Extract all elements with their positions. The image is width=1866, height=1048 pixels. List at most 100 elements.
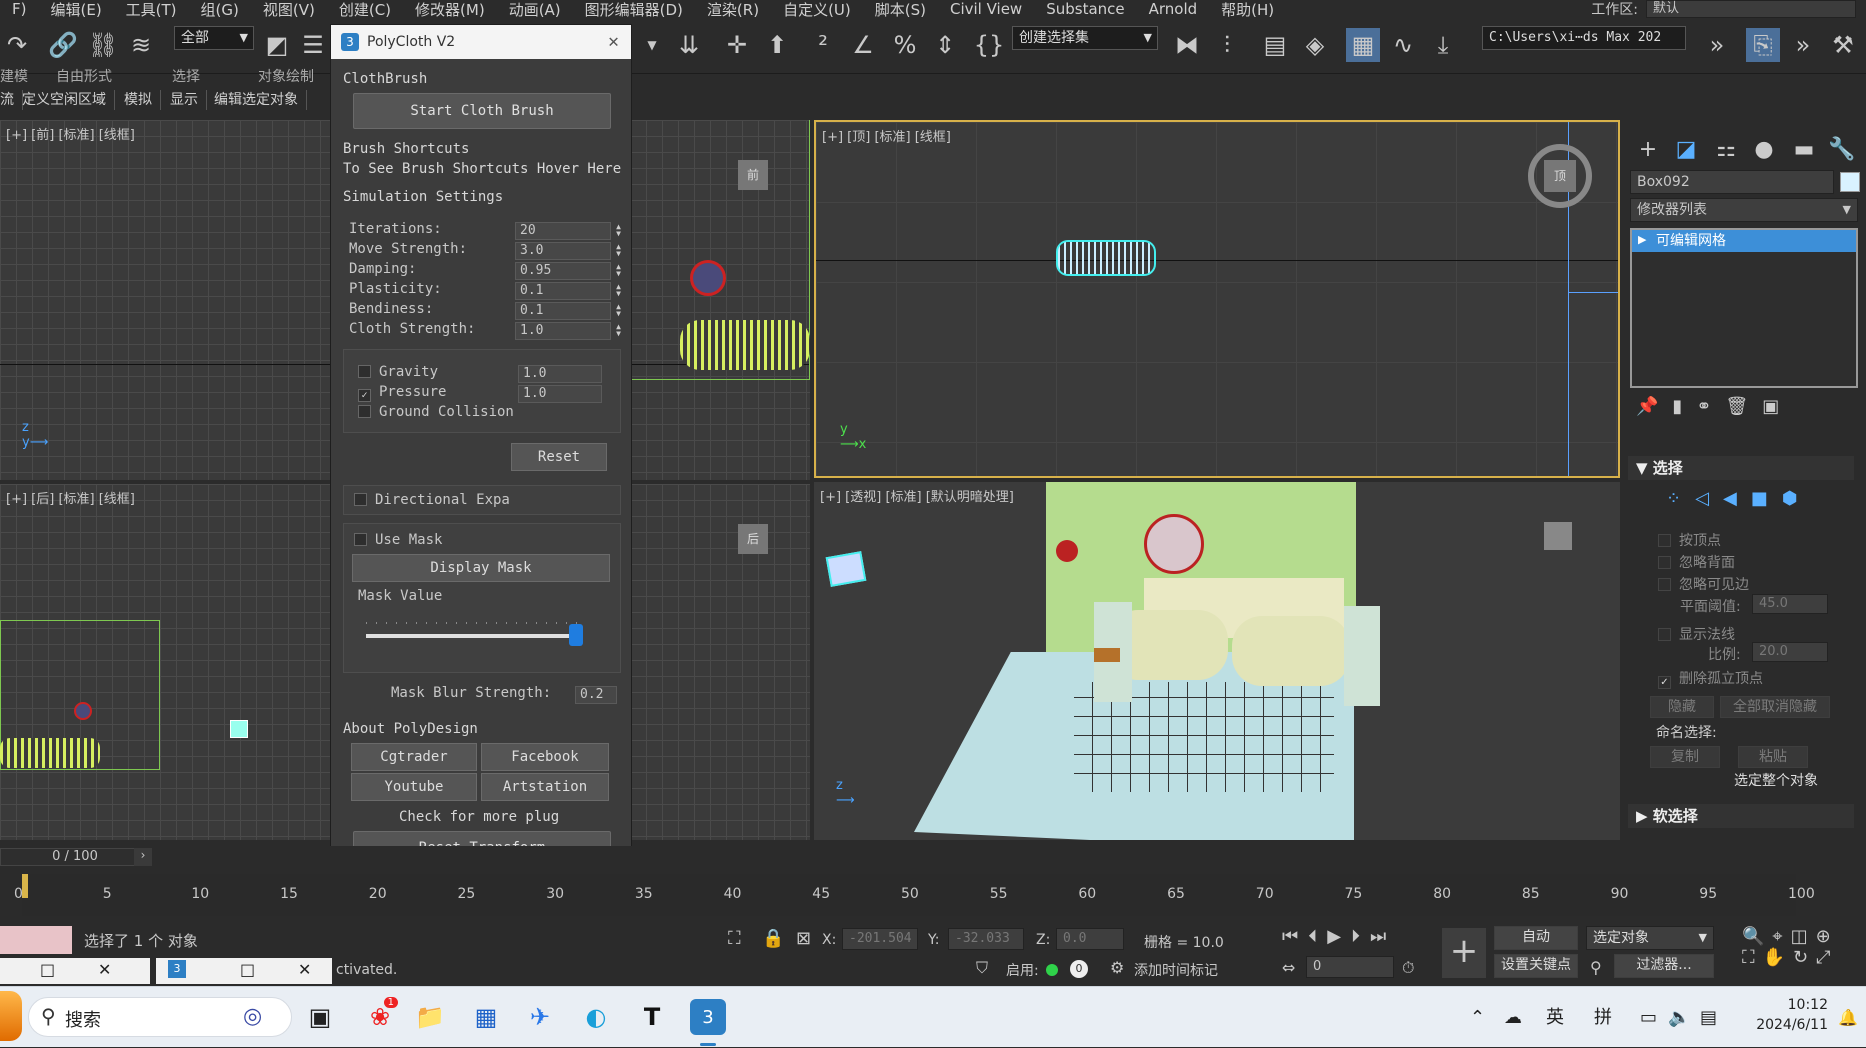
set-key-icon[interactable]: + [1442, 928, 1486, 978]
menu-item-modifiers[interactable]: 修改器(M) [403, 0, 497, 19]
restore-icon[interactable]: □ [40, 960, 55, 979]
layer-explorer-icon[interactable]: ◈ [1298, 28, 1332, 62]
ribbon-tab[interactable]: 自由形式 [56, 66, 112, 86]
ribbon-tab[interactable]: 建模 [0, 66, 28, 86]
typora-icon[interactable]: T [634, 999, 670, 1035]
dropdown-arrow-icon[interactable]: ▼ [635, 28, 669, 62]
by-vertex-option[interactable]: 按顶点 [1658, 530, 1721, 550]
view-cube[interactable]: 后 [738, 524, 768, 554]
zoom-all-icon[interactable]: ⌖ [1772, 926, 1790, 947]
ribbon-item[interactable]: 定义空闲区域 [14, 90, 115, 110]
store-icon[interactable]: ▦ [468, 999, 504, 1035]
bendiness-field[interactable]: 0.1 [515, 302, 611, 320]
viewport-front-right[interactable]: 前 [630, 120, 810, 480]
viewport-label[interactable]: [+] [前] [标准] [线框] [6, 124, 135, 143]
display-mask-button[interactable]: Display Mask [352, 554, 610, 582]
selection-rollout-header[interactable]: ▼ 选择 [1628, 456, 1854, 480]
time-slider[interactable]: 0 / 100 [0, 848, 150, 866]
named-selection-dropdown[interactable]: 创建选择集 ▼ [1012, 26, 1158, 50]
select-object-icon[interactable]: ◩ [260, 28, 294, 62]
link-icon[interactable]: 🔗 [46, 28, 80, 62]
menu-item-edit[interactable]: 编辑(E) [38, 0, 113, 19]
key-mode-icon[interactable]: ⇔ [1282, 958, 1295, 977]
volume-icon[interactable]: 🔈 [1668, 987, 1690, 1048]
isolate-icon[interactable]: ⛶ [728, 928, 741, 949]
orbit-icon[interactable]: ⊕ [1816, 926, 1839, 947]
3dsmax-icon[interactable]: 3 [690, 999, 726, 1035]
ribbon-tab[interactable]: 选择 [172, 66, 200, 86]
edge-icon[interactable]: ◐ [578, 999, 614, 1035]
pressure-field[interactable]: 1.0 [518, 385, 602, 403]
feishu-icon[interactable]: ✈ [522, 999, 558, 1035]
input-language[interactable]: 英 [1546, 987, 1564, 1048]
current-frame-field[interactable]: 0 [1306, 956, 1394, 978]
hierarchy-tab-icon[interactable]: ⚏ [1710, 134, 1742, 166]
clock[interactable]: 10:12 2024/6/11 [1738, 995, 1828, 1035]
gravity-checkbox[interactable] [358, 365, 371, 378]
menu-item-scripting[interactable]: 脚本(S) [863, 0, 938, 19]
schematic-view-icon[interactable]: ⤓ [1426, 28, 1460, 62]
modifier-list-dropdown[interactable]: 修改器列表 ▼ [1630, 198, 1858, 222]
close-icon[interactable]: ✕ [298, 960, 311, 979]
x-coordinate-field[interactable]: -201.504 [842, 928, 918, 950]
soft-selection-rollout-header[interactable]: ▶ 软选择 [1628, 804, 1854, 828]
show-normals-option[interactable]: 显示法线 [1658, 624, 1735, 644]
menu-item-view[interactable]: 视图(V) [251, 0, 327, 19]
go-to-end-icon[interactable]: ⏭ [1370, 926, 1396, 947]
mask-value-slider-thumb[interactable] [568, 624, 583, 646]
menu-item-arnold[interactable]: Arnold [1137, 0, 1210, 18]
create-tab-icon[interactable]: + [1632, 134, 1664, 166]
scene-explorer-icon[interactable]: ▤ [1258, 28, 1292, 62]
next-frame-icon[interactable]: › [134, 848, 152, 866]
lock-icon[interactable]: 🔒 [762, 928, 784, 949]
battery-icon[interactable]: ▤ [1700, 987, 1717, 1048]
object-name-field[interactable]: Box092 [1630, 170, 1834, 194]
y-coordinate-field[interactable]: -32.033 [948, 928, 1024, 950]
absolute-mode-icon[interactable]: ⊠ [796, 928, 811, 949]
view-cube[interactable]: 前 [738, 160, 768, 190]
snaps-toggle-icon[interactable]: ² [806, 28, 840, 62]
viewport-front[interactable]: [+] [前] [标准] [线框] z y⟶ [0, 120, 330, 480]
plasticity-field[interactable]: 0.1 [515, 282, 611, 300]
menu-item-help[interactable]: 帮助(H) [1209, 0, 1286, 19]
render-icon[interactable]: ⚒ [1826, 28, 1860, 62]
polygon-icon[interactable]: ■ [1751, 488, 1782, 509]
move-strength-field[interactable]: 3.0 [515, 242, 611, 260]
vertex-icon[interactable]: ⁘ [1666, 488, 1695, 509]
set-key-button[interactable]: 设置关键点 [1494, 954, 1578, 978]
more-icon[interactable]: » [1786, 28, 1820, 62]
maxscript-listener[interactable] [0, 926, 72, 954]
viewport-label[interactable]: [+] [顶] [标准] [线框] [822, 126, 951, 145]
youtube-button[interactable]: Youtube [351, 773, 477, 801]
orbit-subobject-icon[interactable]: ↻ [1793, 947, 1816, 968]
add-time-tag[interactable]: 添加时间标记 [1134, 960, 1218, 980]
select-by-name-icon[interactable]: ☰ [296, 28, 330, 62]
select-whole-object[interactable]: 选定整个对象 [1734, 770, 1818, 790]
unhide-all-button[interactable]: 全部取消隐藏 [1720, 696, 1830, 718]
artstation-button[interactable]: Artstation [481, 773, 609, 801]
menu-item-create[interactable]: 创建(C) [327, 0, 403, 19]
menu-item-tools[interactable]: 工具(T) [114, 0, 189, 19]
configure-icon[interactable]: ▣ [1762, 396, 1793, 417]
damping-field[interactable]: 0.95 [515, 262, 611, 280]
viewport-label[interactable]: [+] [透视] [标准] [默认明暗处理] [820, 486, 1014, 505]
select-place-icon[interactable]: ⬆ [760, 28, 794, 62]
view-cube[interactable] [1544, 522, 1572, 550]
move-icon[interactable]: ✛ [720, 28, 754, 62]
menu-item-group[interactable]: 组(G) [189, 0, 251, 19]
adaptive-degradation-icon[interactable]: ⛉ [976, 958, 988, 978]
iterations-field[interactable]: 20 [515, 222, 611, 240]
stack-item-editable-mesh[interactable]: 可编辑网格 [1632, 230, 1856, 252]
angle-snap-icon[interactable]: ∠ [846, 28, 880, 62]
spinner-icon[interactable]: ▲ ▼ [616, 303, 621, 318]
play-icon[interactable]: ▶ [1327, 926, 1351, 947]
face-icon[interactable]: ◀ [1723, 488, 1751, 509]
ribbon-item[interactable]: 显示 [162, 90, 207, 110]
mask-value-slider-track[interactable] [366, 634, 582, 638]
menu-item-civil-view[interactable]: Civil View [938, 0, 1034, 18]
ribbon-tab[interactable]: 对象绘制 [258, 66, 314, 86]
menu-item-substance[interactable]: Substance [1034, 0, 1136, 18]
spinner-icon[interactable]: ▲ ▼ [616, 323, 621, 338]
z-coordinate-field[interactable]: 0.0 [1056, 928, 1124, 950]
paste-button[interactable]: 粘贴 [1738, 746, 1808, 768]
